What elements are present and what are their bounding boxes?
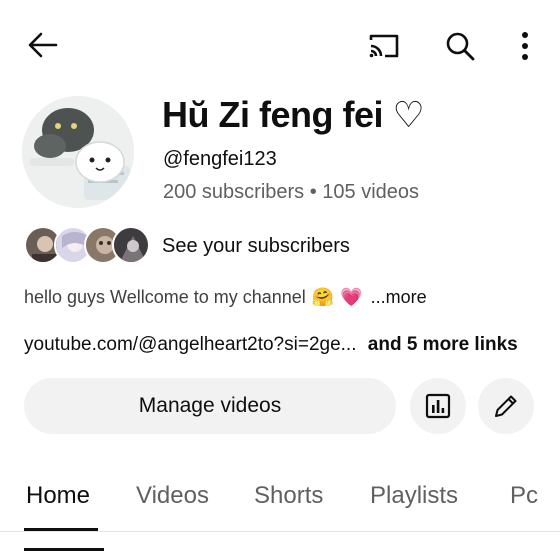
- channel-avatar[interactable]: [22, 96, 134, 208]
- more-options-button[interactable]: [508, 26, 542, 66]
- subscriber-avatars: [24, 224, 150, 266]
- channel-description[interactable]: hello guys Wellcome to my channel 🤗 💗 ..…: [24, 287, 427, 308]
- top-app-bar: [0, 0, 560, 86]
- tab-home[interactable]: Home: [26, 482, 90, 510]
- active-tab-indicator: [24, 528, 98, 531]
- manage-videos-button[interactable]: Manage videos: [24, 378, 396, 434]
- hugging-face-emoji: 🤗: [311, 287, 335, 307]
- tab-playlists[interactable]: Playlists: [370, 482, 458, 510]
- edit-channel-button[interactable]: [478, 378, 534, 434]
- subscriber-avatar: [112, 226, 150, 264]
- search-button[interactable]: [440, 26, 480, 66]
- analytics-button[interactable]: [410, 378, 466, 434]
- channel-name: Hŭ Zi feng fei ♡: [162, 94, 425, 135]
- channel-link-url[interactable]: youtube.com/@angelheart2to?si=2ge...: [24, 334, 356, 355]
- description-text: hello guys Wellcome to my channel: [24, 287, 306, 307]
- avatar-image: [22, 96, 134, 208]
- back-button[interactable]: [24, 26, 62, 64]
- search-icon: [446, 32, 475, 61]
- analytics-icon: [425, 393, 451, 419]
- section-heading-peek: [24, 548, 104, 560]
- see-subscribers-row[interactable]: See your subscribers: [24, 224, 350, 266]
- channel-links: youtube.com/@angelheart2to?si=2ge... and…: [24, 334, 518, 356]
- cast-icon: [369, 34, 399, 58]
- more-vert-icon: [522, 32, 528, 60]
- channel-tabs: Home Videos Shorts Playlists Pc: [0, 468, 560, 532]
- see-subscribers-label[interactable]: See your subscribers: [162, 235, 350, 258]
- tab-shorts[interactable]: Shorts: [254, 482, 323, 510]
- arrow-left-icon: [28, 32, 58, 58]
- channel-stats: 200 subscribers • 105 videos: [163, 181, 420, 203]
- description-more-link[interactable]: ...more: [371, 287, 427, 308]
- tab-posts[interactable]: Pc: [510, 482, 538, 510]
- tab-videos[interactable]: Videos: [136, 482, 209, 510]
- heart-emoji: 💗: [340, 287, 363, 307]
- channel-handle: @fengfei123: [163, 148, 277, 170]
- edit-pencil-icon: [495, 395, 517, 417]
- cast-button[interactable]: [364, 26, 404, 66]
- more-links-label[interactable]: and 5 more links: [368, 334, 518, 355]
